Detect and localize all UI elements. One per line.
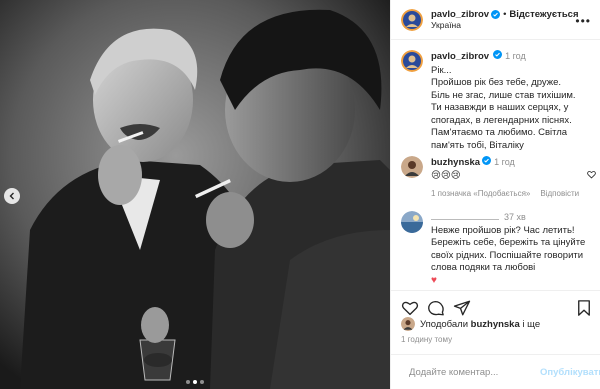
post-location[interactable]: Україна	[431, 20, 579, 30]
photo-image	[0, 0, 390, 389]
avatar-image	[401, 8, 423, 31]
post-timestamp: 1 годину тому	[401, 335, 453, 344]
bookmark-icon[interactable]	[575, 299, 593, 317]
comment-input[interactable]	[409, 366, 534, 378]
comment-username[interactable]: buzhynska	[431, 157, 480, 168]
verified-badge-icon	[491, 9, 501, 19]
liked-by-prefix: Уподобали	[420, 318, 469, 330]
commenter-avatar[interactable]	[401, 211, 423, 233]
header-text: pavlo_zibrov • Відстежується Україна	[431, 9, 579, 31]
caption-time: 1 год	[505, 51, 526, 61]
share-icon[interactable]	[453, 299, 471, 317]
post-comment-button[interactable]: Опублікувати	[540, 367, 600, 378]
liked-by-user[interactable]: buzhynska	[471, 319, 520, 330]
author-username[interactable]: pavlo_zibrov	[431, 9, 489, 20]
red-heart-emoji: ♥	[431, 274, 437, 286]
header-separator: •	[503, 8, 507, 20]
comment: 37 хв Невже пройшов рік? Час летить! Бер…	[401, 211, 596, 287]
previous-photo-button[interactable]	[4, 188, 20, 204]
following-button[interactable]: Відстежується	[509, 9, 578, 20]
caption-username[interactable]: pavlo_zibrov	[431, 51, 489, 62]
comment-icon[interactable]	[427, 299, 445, 317]
comment-text: 😢😢😢	[431, 169, 461, 181]
more-options-icon[interactable]: •••	[575, 14, 591, 28]
heart-icon[interactable]	[401, 299, 419, 317]
liked-by-others[interactable]: і ще	[522, 319, 540, 330]
comment: buzhynska 1 год 😢😢😢 1 позначка «Подобаєть…	[401, 156, 596, 201]
carousel-dot	[186, 380, 190, 384]
carousel-indicators	[186, 380, 204, 384]
redacted-username	[431, 214, 499, 221]
liker-avatar[interactable]	[401, 317, 415, 331]
post-side-panel: pavlo_zibrov • Відстежується Україна •••	[390, 0, 600, 389]
add-comment-bar: Опублікувати	[391, 354, 600, 389]
chevron-left-icon	[9, 192, 14, 200]
verified-badge-icon	[493, 50, 503, 59]
comment-text: Невже пройшов рік? Час летить! Бережіть …	[431, 224, 586, 274]
reply-button[interactable]: Відповісти	[540, 188, 579, 201]
liked-by: Уподобали buzhynska і ще	[401, 317, 540, 331]
comment-time: 1 год	[494, 157, 515, 167]
verified-badge-icon	[482, 156, 492, 165]
author-avatar[interactable]	[401, 8, 423, 31]
comment-likes-link[interactable]: 1 позначка «Подобається»	[431, 188, 530, 201]
avatar-image	[401, 317, 415, 331]
carousel-dot-active	[193, 380, 197, 384]
avatar-image	[401, 156, 423, 178]
post-caption: pavlo_zibrov 1 год Рік... Пройшов рік без…	[401, 50, 596, 152]
comment-like-icon[interactable]	[587, 170, 596, 179]
caption-avatar[interactable]	[401, 50, 423, 72]
avatar-image	[401, 50, 423, 72]
comment-time: 37 хв	[504, 212, 526, 222]
post-photo[interactable]	[0, 0, 390, 389]
commenter-avatar[interactable]	[401, 156, 423, 178]
avatar-image	[401, 211, 423, 233]
post-header: pavlo_zibrov • Відстежується Україна •••	[391, 0, 600, 40]
caption-text: Рік... Пройшов рік без тебе, друже. Біль…	[431, 64, 576, 151]
carousel-dot	[200, 380, 204, 384]
